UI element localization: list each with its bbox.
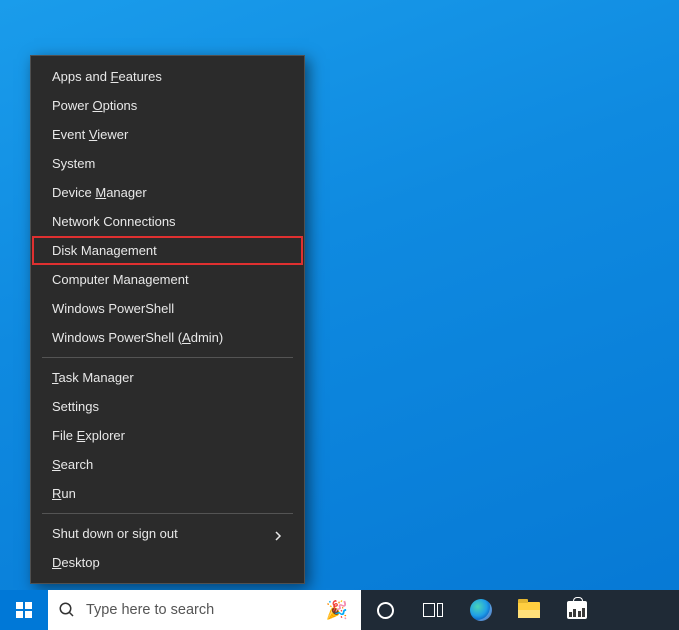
menu-item-label: Event Viewer xyxy=(52,127,128,142)
folder-icon xyxy=(518,602,540,618)
store-icon xyxy=(567,601,587,619)
menu-item-label: Windows PowerShell (Admin) xyxy=(52,330,223,345)
taskbar: Type here to search 🎉 xyxy=(0,590,679,630)
menu-item-device-manager[interactable]: Device Manager xyxy=(32,178,303,207)
menu-item-run[interactable]: Run xyxy=(32,479,303,508)
menu-item-task-manager[interactable]: Task Manager xyxy=(32,363,303,392)
menu-item-file-explorer[interactable]: File Explorer xyxy=(32,421,303,450)
windows-logo-icon xyxy=(16,602,32,618)
menu-item-power-options[interactable]: Power Options xyxy=(32,91,303,120)
chevron-right-icon xyxy=(273,529,283,539)
file-explorer-button[interactable] xyxy=(505,590,553,630)
menu-item-shut-down-or-sign-out[interactable]: Shut down or sign out xyxy=(32,519,303,548)
winx-context-menu: Apps and Features Power Options Event View… xyxy=(30,55,305,584)
menu-item-label: Apps and Features xyxy=(52,69,162,84)
menu-item-label: Settings xyxy=(52,399,99,414)
menu-item-disk-management[interactable]: Disk Management xyxy=(32,236,303,265)
taskbar-search[interactable]: Type here to search xyxy=(48,590,313,630)
store-button[interactable] xyxy=(553,590,601,630)
menu-item-desktop[interactable]: Desktop xyxy=(32,548,303,577)
menu-item-windows-powershell-admin[interactable]: Windows PowerShell (Admin) xyxy=(32,323,303,352)
menu-item-label: System xyxy=(52,156,95,171)
start-button[interactable] xyxy=(0,590,48,630)
menu-item-search[interactable]: Search xyxy=(32,450,303,479)
task-view-icon xyxy=(423,603,443,617)
cortana-button[interactable] xyxy=(361,590,409,630)
menu-item-label: Disk Management xyxy=(52,243,157,258)
search-icon xyxy=(58,601,76,619)
taskbar-buttons: 🎉 xyxy=(313,590,601,630)
menu-item-label: Desktop xyxy=(52,555,100,570)
menu-item-label: Computer Management xyxy=(52,272,189,287)
menu-item-label: Network Connections xyxy=(52,214,176,229)
menu-item-event-viewer[interactable]: Event Viewer xyxy=(32,120,303,149)
menu-item-label: File Explorer xyxy=(52,428,125,443)
task-view-button[interactable] xyxy=(409,590,457,630)
cortana-icon xyxy=(377,602,394,619)
edge-button[interactable] xyxy=(457,590,505,630)
menu-item-label: Power Options xyxy=(52,98,137,113)
menu-item-settings[interactable]: Settings xyxy=(32,392,303,421)
search-placeholder: Type here to search xyxy=(86,602,214,618)
menu-item-label: Search xyxy=(52,457,93,472)
menu-item-windows-powershell[interactable]: Windows PowerShell xyxy=(32,294,303,323)
menu-separator xyxy=(42,513,293,514)
menu-item-system[interactable]: System xyxy=(32,149,303,178)
menu-separator xyxy=(42,357,293,358)
menu-item-label: Device Manager xyxy=(52,185,147,200)
menu-item-label: Run xyxy=(52,486,76,501)
edge-icon xyxy=(470,599,492,621)
menu-item-label: Task Manager xyxy=(52,370,134,385)
menu-item-label: Shut down or sign out xyxy=(52,526,178,541)
menu-item-label: Windows PowerShell xyxy=(52,301,174,316)
menu-item-computer-management[interactable]: Computer Management xyxy=(32,265,303,294)
news-interests-icon[interactable]: 🎉 xyxy=(313,590,361,630)
desktop: Apps and Features Power Options Event View… xyxy=(0,0,679,630)
menu-item-network-connections[interactable]: Network Connections xyxy=(32,207,303,236)
menu-item-apps-and-features[interactable]: Apps and Features xyxy=(32,62,303,91)
